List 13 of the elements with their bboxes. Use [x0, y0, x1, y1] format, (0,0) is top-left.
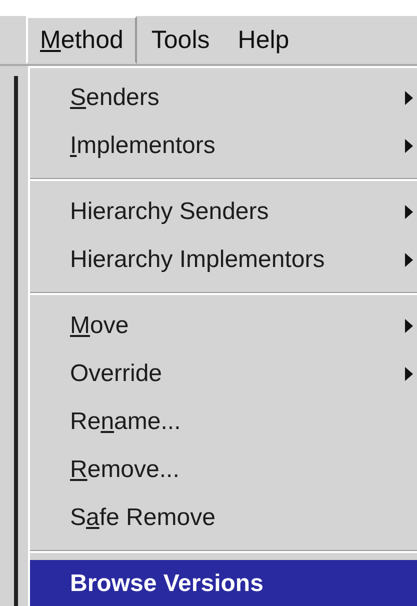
menu-item[interactable]: Hierarchy Senders	[30, 188, 417, 236]
menu-item[interactable]: Implementors	[30, 122, 417, 170]
menu-item[interactable]: Override	[30, 350, 417, 398]
menu-item[interactable]: Browse Versions	[30, 560, 417, 606]
menu-item[interactable]: Safe Remove	[30, 494, 417, 542]
menu-item[interactable]: Hierarchy Implementors	[30, 236, 417, 284]
menu-title[interactable]: Method	[26, 16, 138, 64]
menu-item[interactable]: Remove...	[30, 446, 417, 494]
menu-title[interactable]: Help	[224, 16, 304, 64]
menu-title[interactable]: Tools	[137, 16, 224, 64]
menu-item[interactable]: Rename...	[30, 398, 417, 446]
menu-item[interactable]: Move	[30, 302, 417, 350]
menu-item[interactable]: Senders	[30, 74, 417, 122]
